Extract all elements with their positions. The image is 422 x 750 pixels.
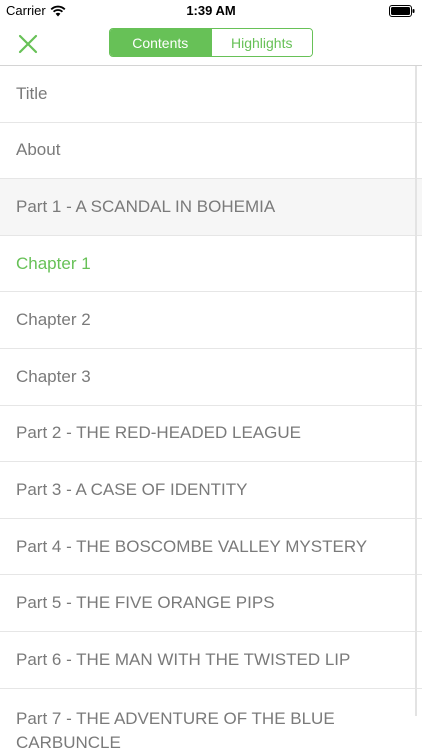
toc-item-chapter-1[interactable]: Chapter 1	[0, 235, 422, 293]
status-bar: Carrier 1:39 AM	[0, 0, 422, 22]
segment-contents[interactable]: Contents	[110, 29, 211, 56]
close-button[interactable]	[14, 30, 42, 58]
table-of-contents-list: Title About Part 1 - A SCANDAL IN BOHEMI…	[0, 66, 422, 750]
toc-item-chapter-3[interactable]: Chapter 3	[0, 348, 422, 406]
navigation-bar: Contents Highlights	[0, 22, 422, 66]
toc-item-part-7[interactable]: Part 7 - THE ADVENTURE OF THE BLUE CARBU…	[0, 688, 422, 750]
toc-item-about[interactable]: About	[0, 122, 422, 180]
status-time: 1:39 AM	[186, 3, 236, 18]
toc-item-part-1[interactable]: Part 1 - A SCANDAL IN BOHEMIA	[0, 179, 422, 236]
toc-item-part-5[interactable]: Part 5 - THE FIVE ORANGE PIPS	[0, 575, 422, 632]
scroll-indicator[interactable]	[415, 66, 417, 716]
toc-item-part-3[interactable]: Part 3 - A CASE OF IDENTITY	[0, 462, 422, 519]
battery-icon	[389, 5, 415, 17]
toc-item-chapter-2[interactable]: Chapter 2	[0, 292, 422, 349]
toc-item-title[interactable]: Title	[0, 66, 422, 123]
toc-item-part-6[interactable]: Part 6 - THE MAN WITH THE TWISTED LIP	[0, 631, 422, 689]
reader-contents-screen: Carrier 1:39 AM Contents Highlights Titl…	[0, 0, 422, 750]
toc-item-part-2[interactable]: Part 2 - THE RED-HEADED LEAGUE	[0, 405, 422, 463]
contents-highlights-segmented-control: Contents Highlights	[109, 28, 313, 57]
toc-item-part-4[interactable]: Part 4 - THE BOSCOMBE VALLEY MYSTERY	[0, 518, 422, 576]
close-icon	[18, 34, 38, 54]
segment-highlights[interactable]: Highlights	[210, 29, 312, 56]
